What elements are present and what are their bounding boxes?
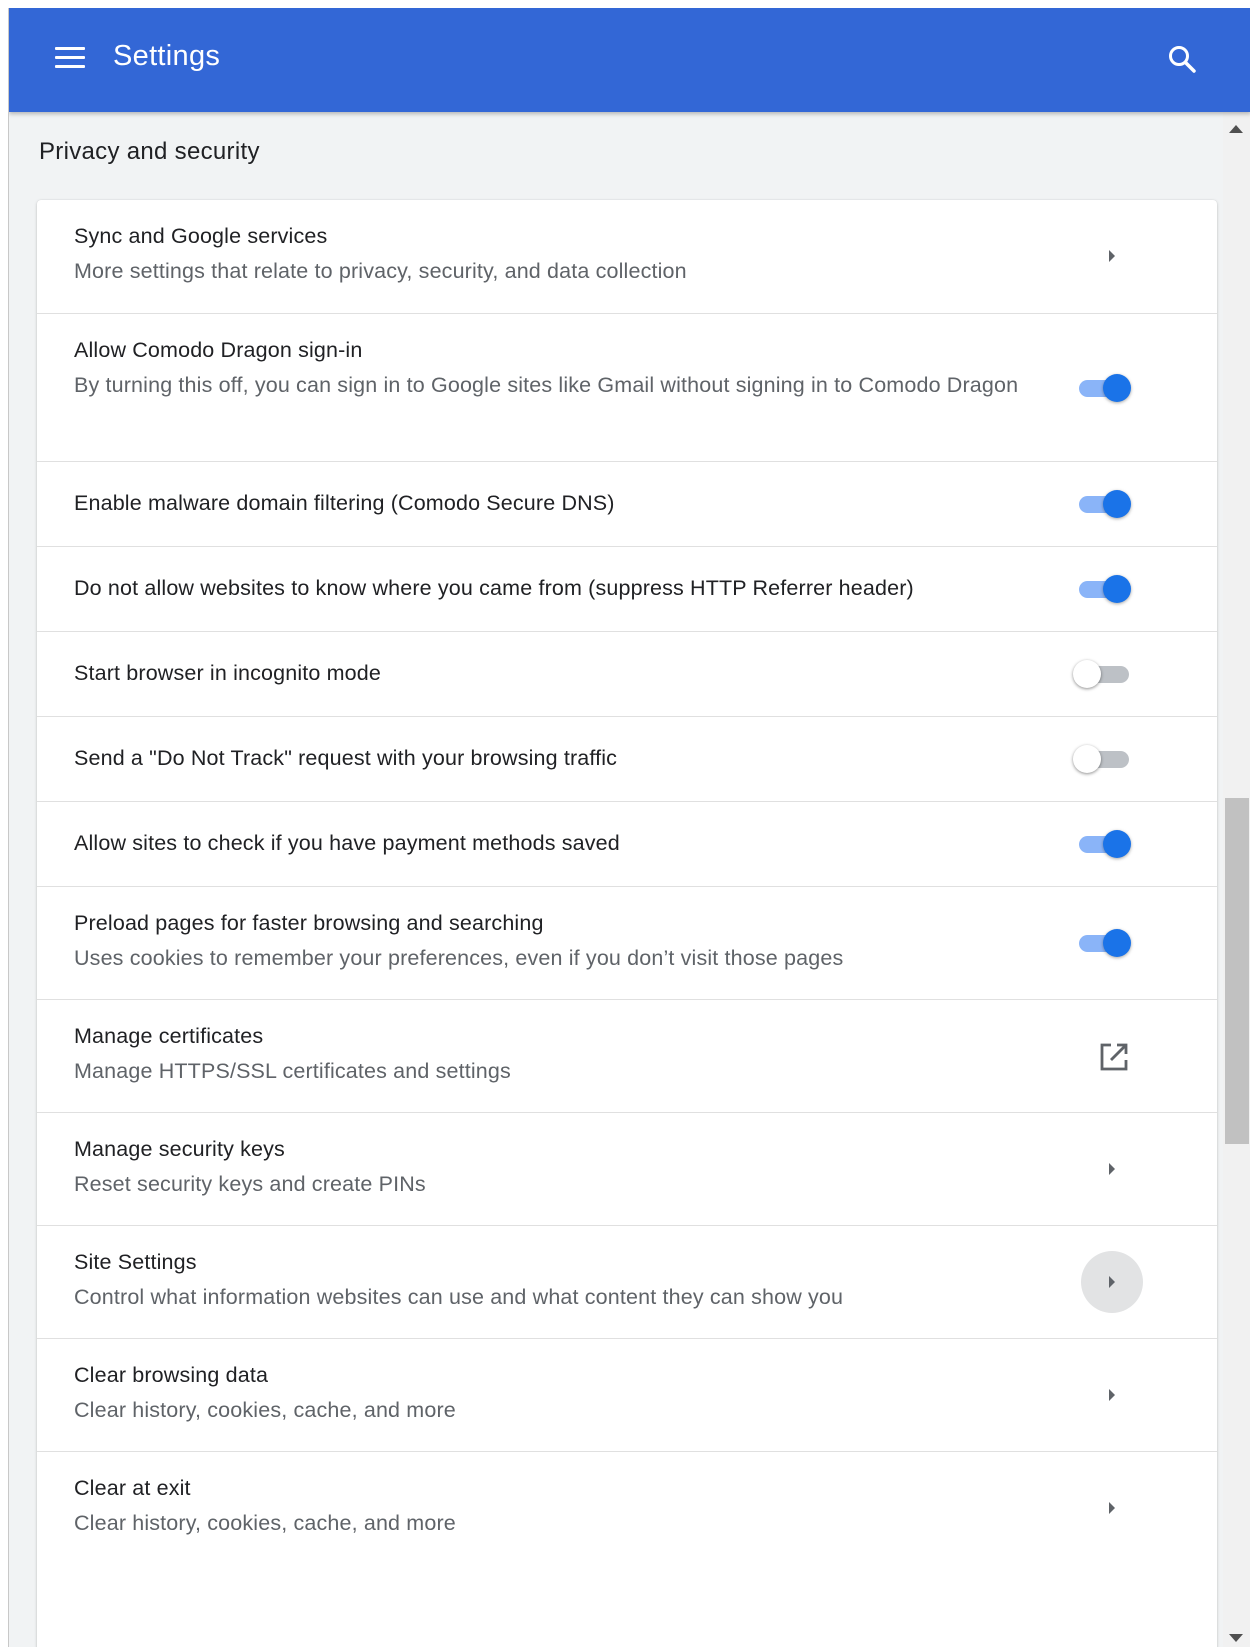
- privacy-security-card: Sync and Google services More settings t…: [37, 200, 1217, 1647]
- row-malware-filtering[interactable]: Enable malware domain filtering (Comodo …: [37, 461, 1217, 546]
- row-title: Do not allow websites to know where you …: [74, 576, 914, 600]
- row-title: Allow Comodo Dragon sign-in: [74, 338, 363, 362]
- chevron-right-icon[interactable]: [1101, 245, 1123, 267]
- search-icon[interactable]: [1167, 44, 1197, 74]
- toggle-payment-methods[interactable]: [1075, 829, 1135, 859]
- row-subtitle: Reset security keys and create PINs: [74, 1172, 426, 1196]
- row-incognito-mode[interactable]: Start browser in incognito mode: [37, 631, 1217, 716]
- row-title: Clear at exit: [74, 1476, 191, 1500]
- settings-content: Privacy and security Sync and Google ser…: [9, 112, 1223, 1647]
- row-payment-methods[interactable]: Allow sites to check if you have payment…: [37, 801, 1217, 886]
- row-subtitle: Control what information websites can us…: [74, 1285, 844, 1309]
- row-title: Send a "Do Not Track" request with your …: [74, 746, 618, 770]
- row-subtitle: By turning this off, you can sign in to …: [74, 373, 1019, 397]
- row-subtitle: Uses cookies to remember your preference…: [74, 946, 844, 970]
- chevron-right-icon[interactable]: [1101, 1497, 1123, 1519]
- page-title: Settings: [113, 40, 221, 72]
- scrollbar-thumb[interactable]: [1225, 798, 1249, 1144]
- row-title: Preload pages for faster browsing and se…: [74, 911, 544, 935]
- toggle-malware-filtering[interactable]: [1075, 489, 1135, 519]
- open-in-new-icon[interactable]: [1097, 1040, 1131, 1074]
- row-subtitle: Manage HTTPS/SSL certificates and settin…: [74, 1059, 511, 1083]
- chevron-right-icon[interactable]: [1101, 1158, 1123, 1180]
- row-title: Manage security keys: [74, 1137, 285, 1161]
- row-clear-at-exit[interactable]: Clear at exit Clear history, cookies, ca…: [37, 1451, 1217, 1564]
- row-subtitle: Clear history, cookies, cache, and more: [74, 1398, 456, 1422]
- toggle-do-not-track[interactable]: [1073, 744, 1135, 774]
- toggle-preload-pages[interactable]: [1075, 928, 1135, 958]
- row-manage-security-keys[interactable]: Manage security keys Reset security keys…: [37, 1112, 1217, 1225]
- vertical-scrollbar[interactable]: [1223, 112, 1250, 1647]
- toggle-allow-signin[interactable]: [1075, 373, 1135, 403]
- row-title: Clear browsing data: [74, 1363, 269, 1387]
- row-title: Allow sites to check if you have payment…: [74, 831, 620, 855]
- chevron-right-icon[interactable]: [1101, 1384, 1123, 1406]
- scroll-down-arrow-icon[interactable]: [1229, 1634, 1243, 1642]
- site-settings-arrow-button[interactable]: [1081, 1251, 1143, 1313]
- row-manage-certificates[interactable]: Manage certificates Manage HTTPS/SSL cer…: [37, 999, 1217, 1112]
- row-clear-browsing-data[interactable]: Clear browsing data Clear history, cooki…: [37, 1338, 1217, 1451]
- hamburger-menu-icon[interactable]: [55, 46, 85, 70]
- row-site-settings[interactable]: Site Settings Control what information w…: [37, 1225, 1217, 1338]
- row-subtitle: Clear history, cookies, cache, and more: [74, 1511, 456, 1535]
- settings-toolbar: Settings: [9, 8, 1250, 112]
- row-suppress-referrer[interactable]: Do not allow websites to know where you …: [37, 546, 1217, 631]
- row-title: Manage certificates: [74, 1024, 264, 1048]
- row-title: Site Settings: [74, 1250, 197, 1274]
- toggle-incognito-mode[interactable]: [1073, 659, 1135, 689]
- row-subtitle: More settings that relate to privacy, se…: [74, 259, 687, 283]
- toggle-suppress-referrer[interactable]: [1075, 574, 1135, 604]
- chevron-right-icon: [1109, 1276, 1115, 1288]
- row-preload-pages[interactable]: Preload pages for faster browsing and se…: [37, 886, 1217, 999]
- row-title: Enable malware domain filtering (Comodo …: [74, 491, 615, 515]
- section-title: Privacy and security: [39, 138, 260, 165]
- row-do-not-track[interactable]: Send a "Do Not Track" request with your …: [37, 716, 1217, 801]
- row-sync-google-services[interactable]: Sync and Google services More settings t…: [37, 200, 1217, 313]
- row-title: Sync and Google services: [74, 224, 328, 248]
- settings-window: Settings Privacy and security Sync and G…: [8, 8, 1250, 1647]
- scroll-up-arrow-icon[interactable]: [1229, 125, 1243, 133]
- row-allow-signin[interactable]: Allow Comodo Dragon sign-in By turning t…: [37, 313, 1217, 461]
- row-title: Start browser in incognito mode: [74, 661, 381, 685]
